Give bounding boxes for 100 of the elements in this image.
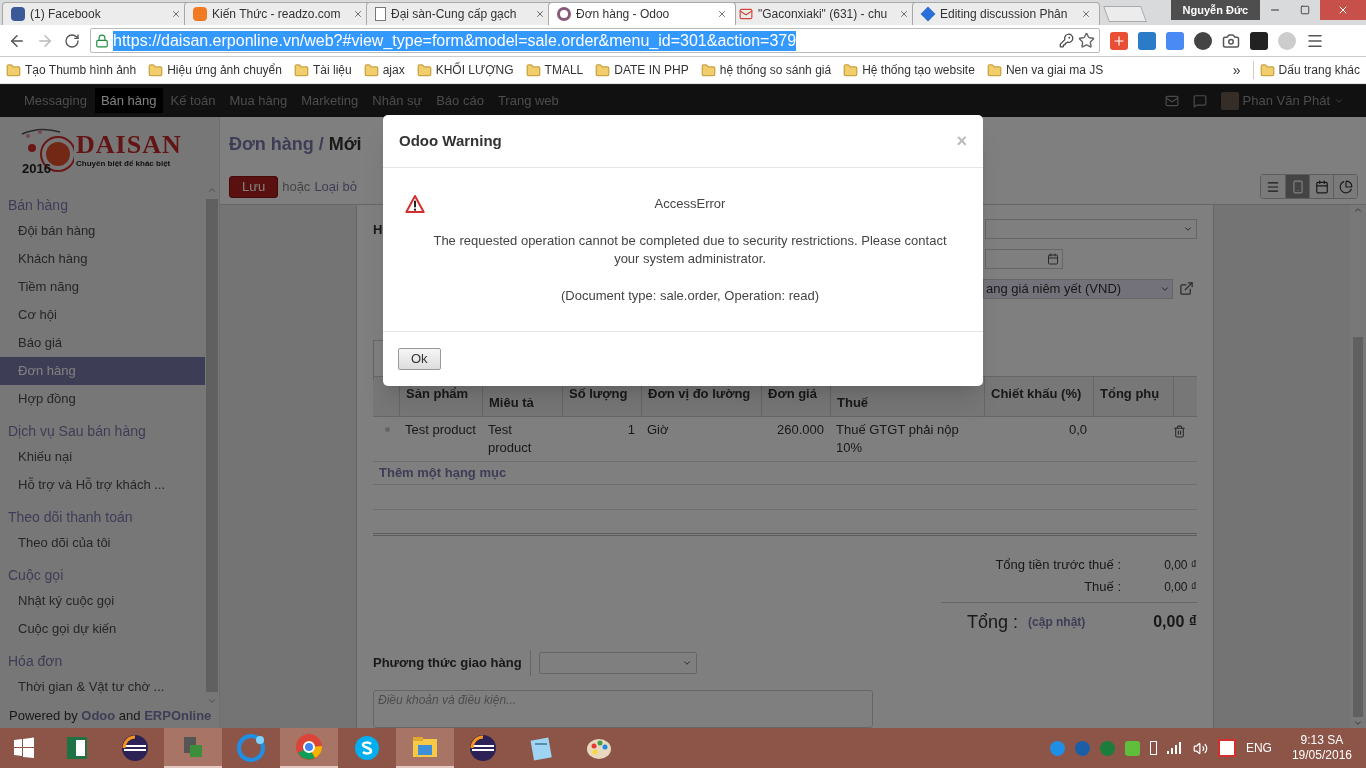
bookmark[interactable]: TMALL	[544, 61, 584, 79]
bookmark[interactable]: Hệ thống tạo website	[862, 61, 975, 79]
ok-button[interactable]: Ok	[398, 348, 441, 370]
external-link-icon[interactable]	[1179, 281, 1194, 296]
logo-tagline: Chuyên biệt để khác biệt	[76, 158, 172, 170]
drag-handle-icon[interactable]	[385, 426, 390, 432]
view-switch-button[interactable]	[1333, 175, 1357, 198]
scroll-down-icon[interactable]	[1353, 718, 1363, 728]
key-icon[interactable]	[1059, 33, 1074, 48]
bookmark[interactable]: hệ thống so sánh giá	[719, 61, 832, 79]
close-icon[interactable]	[171, 9, 181, 19]
sidebar-item[interactable]: Cuộc gọi dự kiến	[0, 615, 205, 643]
mail-icon[interactable]	[1164, 93, 1179, 108]
sidebar-item[interactable]: Khách hàng	[0, 245, 205, 273]
add-line-link[interactable]: Thêm một hạng mục	[379, 463, 507, 483]
new-tab-button[interactable]	[1103, 6, 1147, 22]
table-cell-text: Thuế GTGT phải nộp 10%	[835, 420, 960, 457]
pricelist-select[interactable]: ang giá niêm yết (VND)	[983, 279, 1173, 299]
close-icon[interactable]	[353, 9, 363, 19]
breadcrumb-current: Mới	[328, 133, 362, 156]
sidebar-item[interactable]: Đơn hàng	[0, 357, 205, 385]
table-cell-text: Test product	[487, 420, 533, 457]
folder-icon[interactable]	[293, 62, 309, 78]
sidebar-item[interactable]: Tiềm năng	[0, 273, 205, 301]
bookmark[interactable]: ajax	[382, 61, 405, 79]
chat-icon[interactable]	[1192, 93, 1207, 108]
other-bookmarks[interactable]: Dấu trang khác	[1278, 61, 1360, 79]
sidebar-item[interactable]: Hợp đồng	[0, 385, 205, 413]
folder-icon[interactable]	[148, 62, 164, 78]
app-menu-item[interactable]: Bán hàng	[94, 88, 163, 113]
sidebar-item[interactable]: Theo dõi của tôi	[0, 529, 205, 557]
save-button[interactable]: Lưu	[229, 175, 279, 198]
bookmark[interactable]: KHỐI LƯỢNG	[435, 61, 514, 79]
signal-icon[interactable]	[1166, 742, 1183, 754]
bookmark[interactable]: Nen va giai ma JS	[1005, 61, 1104, 79]
calendar-icon[interactable]	[1047, 253, 1059, 265]
maximize-icon[interactable]	[1300, 5, 1310, 15]
folder-icon[interactable]	[416, 62, 432, 78]
folder-icon[interactable]	[6, 62, 21, 78]
scroll-up-icon[interactable]	[207, 185, 217, 195]
app-menu-item[interactable]: Marketing	[295, 88, 365, 113]
bookmark[interactable]: Tạo Thumb hình ảnh	[25, 61, 137, 79]
folder-icon[interactable]	[700, 62, 716, 78]
sidebar-item[interactable]: Hỗ trợ và Hỗ trợ khách ...	[0, 471, 205, 499]
close-button[interactable]: ×	[956, 127, 967, 155]
app-menu-item[interactable]: Nhân sự	[366, 88, 429, 113]
scroll-up-icon[interactable]	[1353, 205, 1363, 215]
breadcrumb-link[interactable]: Đơn hàng	[229, 131, 314, 158]
app-menu-item[interactable]: Messaging	[18, 88, 93, 113]
dropdown-field[interactable]	[985, 219, 1197, 239]
app-menu-item[interactable]: Mua hàng	[223, 88, 294, 113]
sidebar-item[interactable]: Đội bán hàng	[0, 217, 205, 245]
battery-icon[interactable]	[1149, 741, 1157, 755]
bookmark[interactable]: Tài liệu	[312, 61, 352, 79]
clock[interactable]: 9:13 SA 19/05/2016	[1291, 733, 1352, 763]
close-icon[interactable]	[717, 9, 727, 19]
folder-icon[interactable]	[363, 62, 379, 78]
delete-icon[interactable]	[1173, 424, 1186, 438]
view-switch-button[interactable]	[1285, 175, 1309, 198]
sidebar-item[interactable]: Thời gian & Vật tư chờ ...	[0, 673, 205, 701]
bookmark[interactable]: DATE IN PHP	[614, 61, 689, 79]
sidebar-item[interactable]: Cơ hội	[0, 301, 205, 329]
folder-icon[interactable]	[595, 62, 611, 78]
scrollbar-thumb[interactable]	[1353, 336, 1363, 717]
discard-link[interactable]: Loại bỏ	[314, 176, 358, 197]
sidebar-item[interactable]: Khiếu nại	[0, 443, 205, 471]
address-bar[interactable]: https://daisan.erponline.vn/web?#view_type=form&model=sale.order&menu_id=301&action=379	[90, 28, 1100, 53]
close-icon[interactable]	[1081, 9, 1091, 19]
scrollbar-thumb[interactable]	[206, 199, 218, 692]
star-icon[interactable]	[1078, 32, 1095, 49]
scroll-down-icon[interactable]	[207, 696, 217, 706]
update-link[interactable]: (cập nhật)	[1028, 613, 1086, 632]
close-icon[interactable]	[535, 9, 545, 19]
bookmark[interactable]: Hiệu ứng ảnh chuyển	[167, 61, 282, 79]
reload-icon[interactable]	[64, 32, 80, 49]
sidebar-item[interactable]: Nhật ký cuộc gọi	[0, 587, 205, 615]
browser-tab[interactable]: Đơn hàng - Odoo	[548, 2, 736, 25]
folder-icon[interactable]	[843, 62, 859, 78]
browser-tab[interactable]: Editing discussion Phân	[912, 2, 1100, 25]
profile-name[interactable]: Nguyễn Đức	[1170, 0, 1260, 20]
folder-icon[interactable]	[525, 62, 541, 78]
app-menu-item[interactable]: Báo cáo	[430, 88, 490, 113]
sidebar-item[interactable]: Báo giá	[0, 329, 205, 357]
more-bookmarks[interactable]: »	[1232, 59, 1241, 81]
date-field[interactable]	[985, 249, 1063, 269]
view-switch-button[interactable]	[1261, 175, 1285, 198]
user-name[interactable]: Phan Văn Phát	[1242, 90, 1330, 111]
camera-icon[interactable]	[1222, 31, 1240, 50]
view-switch-button[interactable]	[1309, 175, 1333, 198]
eclipse-icon	[120, 733, 150, 763]
volume-icon[interactable]	[1192, 740, 1208, 756]
folder-icon[interactable]	[1259, 62, 1275, 78]
column-header[interactable]: Chiết khấu (%)	[984, 376, 1093, 416]
folder-icon[interactable]	[986, 62, 1002, 78]
column-header[interactable]: Tổng phụ	[1093, 376, 1173, 416]
language-indicator[interactable]: ENG	[1245, 739, 1272, 757]
close-icon[interactable]	[899, 9, 909, 19]
plus-extension-icon[interactable]	[1110, 31, 1128, 50]
app-menu-item[interactable]: Trang web	[491, 88, 565, 113]
app-menu-item[interactable]: Kế toán	[164, 88, 222, 113]
